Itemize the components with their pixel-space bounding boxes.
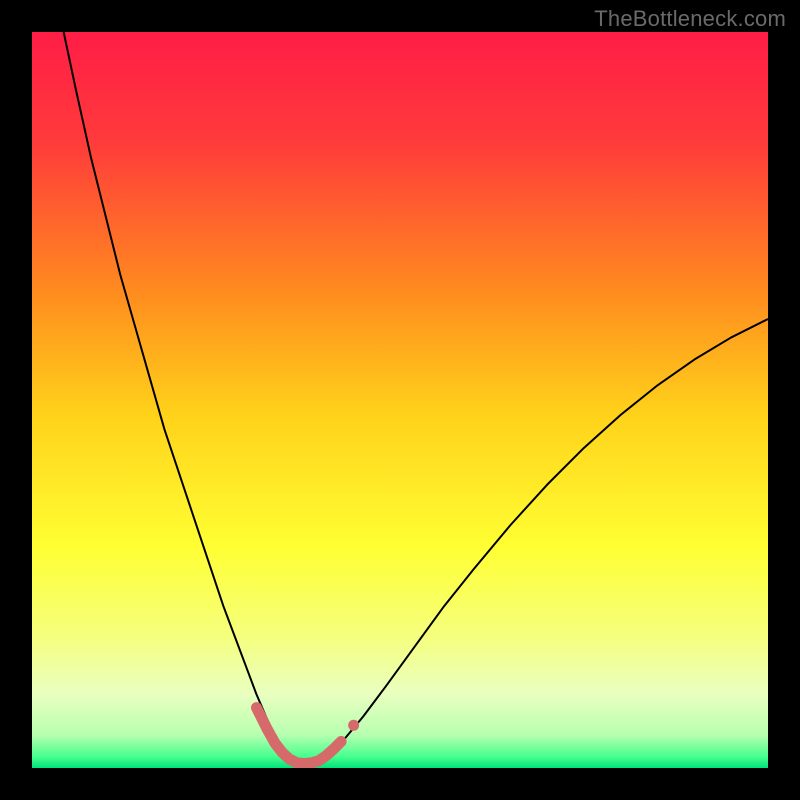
- gradient-background: [32, 32, 768, 768]
- highlight-top-dot: [348, 720, 359, 731]
- watermark-text: TheBottleneck.com: [594, 6, 786, 32]
- plot-area: [32, 32, 768, 768]
- bottleneck-chart: [32, 32, 768, 768]
- outer-frame: TheBottleneck.com: [0, 0, 800, 800]
